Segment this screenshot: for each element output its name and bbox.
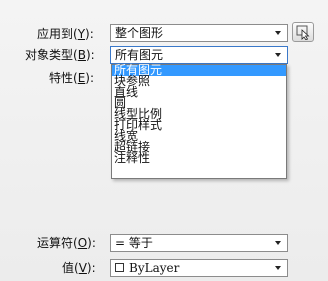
select-objects-icon (296, 25, 310, 40)
option-plot-style[interactable]: 打印样式 (112, 119, 286, 131)
option-block-reference[interactable]: 块参照 (112, 75, 286, 87)
apply-to-select[interactable]: 整个图形 (110, 24, 288, 42)
option-annotative[interactable]: 注释性 (112, 152, 286, 164)
properties-label-text: 特性 (49, 71, 74, 85)
operator-label-text: 运算符 (37, 236, 74, 250)
object-type-hotkey: B (77, 48, 86, 62)
color-swatch-icon (115, 263, 124, 272)
chevron-down-icon (275, 266, 281, 270)
quick-select-dialog: 应用到(Y): 整个图形 对象类型(B): 所有图元 特性(E): 所有图元 块… (0, 0, 328, 281)
chevron-down-icon (275, 53, 281, 57)
properties-label: 特性(E): (49, 71, 95, 85)
value-value: ByLayer (129, 261, 180, 275)
chevron-down-icon (275, 31, 281, 35)
object-type-dropdown-list: 所有图元 块参照 直线 圆 线型比例 打印样式 线宽 超链接 注释性 (111, 64, 287, 179)
value-label: 值(V): (62, 261, 96, 275)
operator-hotkey: O (77, 236, 88, 250)
properties-hotkey: E (77, 71, 86, 85)
option-line[interactable]: 直线 (112, 86, 286, 98)
operator-value: = 等于 (115, 236, 153, 250)
quick-select-pick-button[interactable] (292, 22, 314, 42)
apply-to-suffix: : (89, 27, 94, 41)
apply-to-label-text: 应用到 (37, 27, 74, 41)
properties-suffix: : (89, 71, 95, 85)
value-suffix: : (91, 261, 96, 275)
apply-to-label: 应用到(Y): (37, 27, 94, 41)
apply-to-hotkey: Y (77, 27, 86, 41)
value-label-text: 值 (62, 261, 75, 275)
operator-suffix: : (91, 236, 96, 250)
object-type-select[interactable]: 所有图元 (110, 46, 288, 64)
object-type-value: 所有图元 (115, 48, 164, 62)
object-type-label: 对象类型(B): (25, 48, 95, 62)
chevron-down-icon (275, 241, 281, 245)
operator-select[interactable]: = 等于 (110, 234, 288, 252)
object-type-label-text: 对象类型 (25, 48, 74, 62)
apply-to-value: 整个图形 (115, 26, 164, 40)
value-hotkey: V (78, 261, 87, 275)
value-select[interactable]: ByLayer (110, 259, 288, 277)
operator-label: 运算符(O): (37, 236, 96, 250)
object-type-suffix: : (90, 48, 95, 62)
